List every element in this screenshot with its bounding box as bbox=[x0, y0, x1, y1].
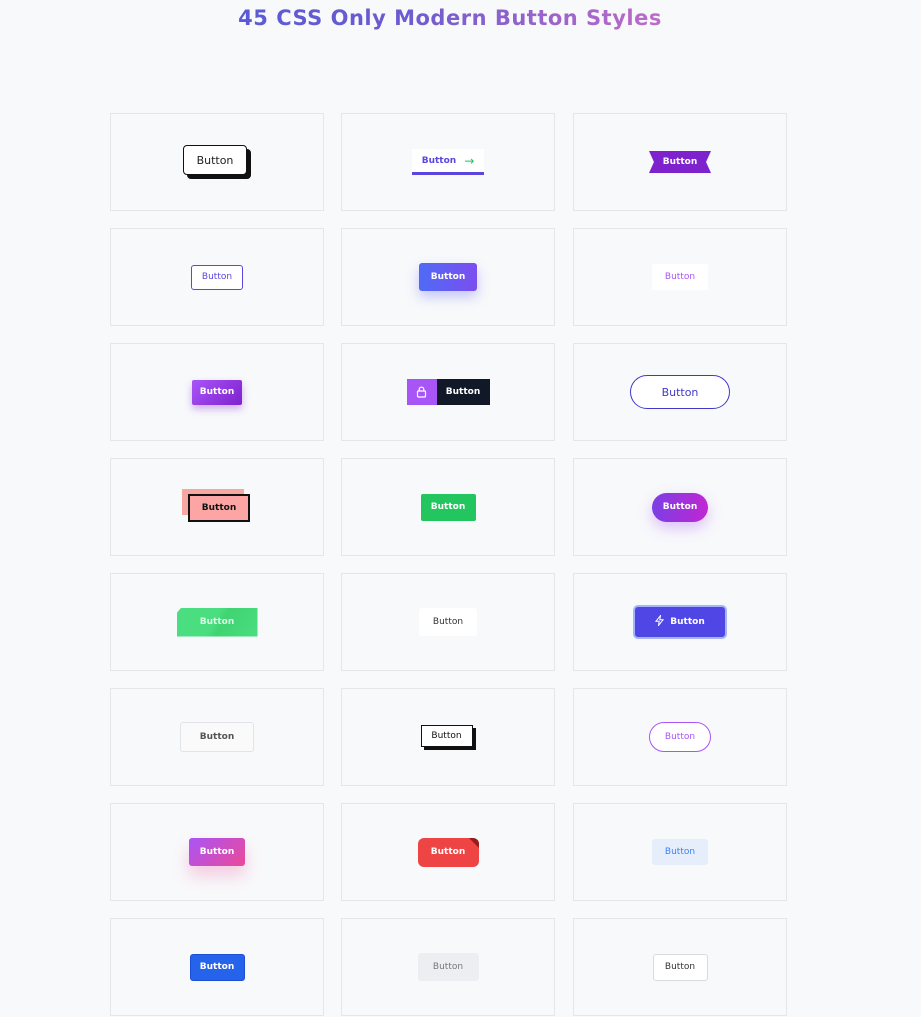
lock-icon bbox=[406, 379, 437, 405]
bordered-white-button[interactable]: Button bbox=[652, 953, 708, 981]
button-card: Button bbox=[573, 228, 787, 326]
button-card: Button bbox=[110, 688, 324, 786]
arrow-right-icon: → bbox=[464, 153, 475, 168]
button-card: Button bbox=[573, 803, 787, 901]
button-card: Button bbox=[573, 343, 787, 441]
button-label: Button bbox=[430, 847, 466, 857]
green-shine-button[interactable]: Button bbox=[176, 607, 258, 637]
small-offset-shadow-button[interactable]: Button bbox=[420, 724, 473, 747]
arrow-underline-button[interactable]: Button → bbox=[412, 149, 484, 175]
gradient-shadow-button[interactable]: Button bbox=[419, 263, 477, 291]
button-card: Button bbox=[110, 343, 324, 441]
button-label: Button bbox=[436, 379, 490, 405]
button-card: Button bbox=[573, 688, 787, 786]
purple-pink-gradient-button[interactable]: Button bbox=[189, 838, 245, 866]
button-card: Button bbox=[341, 918, 555, 1016]
folded-corner bbox=[468, 837, 479, 848]
page-title: 45 CSS Only Modern Button Styles bbox=[0, 6, 900, 30]
button-card: Button bbox=[341, 688, 555, 786]
button-label: Button bbox=[670, 617, 705, 627]
button-card: Button bbox=[110, 573, 324, 671]
button-card: Button bbox=[341, 458, 555, 556]
lock-button[interactable]: Button bbox=[406, 379, 490, 405]
light-gray-button[interactable]: Button bbox=[180, 722, 254, 752]
lightning-icon bbox=[655, 613, 665, 629]
pill-outline-button[interactable]: Button bbox=[630, 375, 730, 409]
button-card: Button bbox=[341, 343, 555, 441]
offset-shadow-button[interactable]: Button bbox=[183, 145, 247, 175]
button-card: Button bbox=[110, 918, 324, 1016]
gradient-pill-button[interactable]: Button bbox=[652, 492, 708, 522]
button-card: Button bbox=[110, 228, 324, 326]
button-card: Button bbox=[110, 803, 324, 901]
button-card: Button → bbox=[341, 113, 555, 211]
outline-button[interactable]: Button bbox=[191, 264, 243, 290]
purple-button[interactable]: Button bbox=[192, 379, 242, 405]
offset-box-button-wrapper: Button bbox=[182, 489, 252, 525]
button-card: Button bbox=[110, 113, 324, 211]
ribbon-button[interactable]: Button bbox=[649, 151, 711, 173]
blue-button[interactable]: Button bbox=[189, 953, 245, 981]
white-purple-text-button[interactable]: Button bbox=[652, 264, 708, 290]
white-button[interactable]: Button bbox=[419, 608, 477, 636]
folded-corner-button[interactable]: Button bbox=[417, 837, 479, 867]
gray-button[interactable]: Button bbox=[417, 953, 479, 981]
button-card: Button bbox=[573, 458, 787, 556]
offset-box-button[interactable]: Button bbox=[188, 494, 250, 522]
button-card: Button bbox=[110, 458, 324, 556]
purple-pill-outline-button[interactable]: Button bbox=[649, 722, 711, 752]
button-card: Button bbox=[341, 228, 555, 326]
button-label: Button bbox=[421, 155, 457, 166]
button-card: Button bbox=[573, 573, 787, 671]
lightning-button[interactable]: Button bbox=[635, 607, 725, 637]
button-card: Button bbox=[341, 573, 555, 671]
green-button[interactable]: Button bbox=[420, 493, 476, 521]
light-blue-button[interactable]: Button bbox=[652, 839, 708, 865]
button-card: Button bbox=[573, 918, 787, 1016]
button-card: Button bbox=[341, 803, 555, 901]
button-card: Button bbox=[573, 113, 787, 211]
